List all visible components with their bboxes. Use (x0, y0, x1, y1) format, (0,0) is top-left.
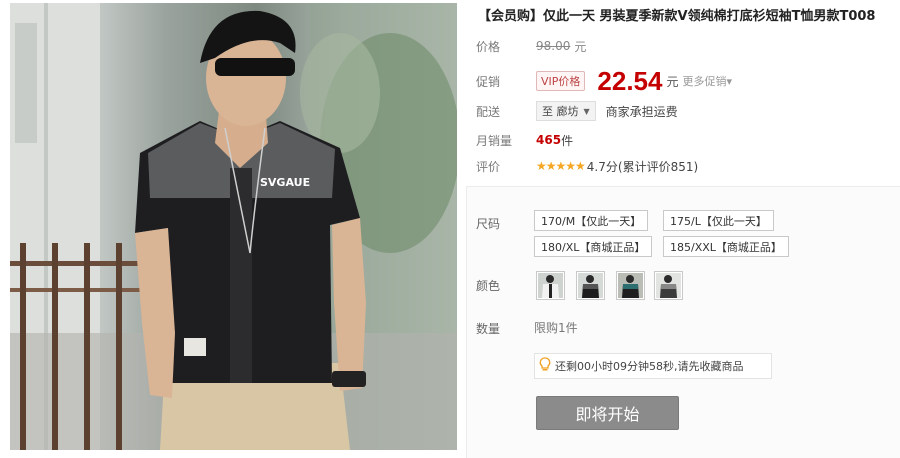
purchase-limit: 限购1件 (534, 321, 578, 335)
delivery-row: 配送 至 廊坊 ▼ 商家承担运费 (476, 101, 678, 121)
shipping-info: 商家承担运费 (605, 104, 678, 119)
sales-row: 月销量 465 件 (476, 130, 573, 150)
rating-label: 评价 (476, 159, 501, 174)
shirt-thumbnail-icon (618, 273, 643, 298)
size-option[interactable]: 170/M【仅此一天】 (534, 210, 649, 231)
original-price-unit: 元 (574, 39, 587, 54)
color-swatch-gray-black[interactable] (654, 271, 683, 300)
color-swatch-teal-black[interactable] (616, 271, 645, 300)
sales-unit: 件 (561, 133, 574, 148)
price-label: 价格 (476, 39, 501, 54)
original-price: 98.00 (536, 39, 571, 53)
location-value: 至 廊坊 (542, 105, 579, 118)
more-promotions-link[interactable]: 更多促销▾ (683, 73, 733, 89)
promo-label: 促销 (476, 74, 501, 89)
countdown-notice: 还剩00小时09分钟58秒,请先收藏商品 (534, 353, 772, 379)
size-option[interactable]: 185/XXL【商城正品】 (663, 236, 789, 257)
color-label: 颜色 (476, 279, 501, 293)
rating-stars-icon: ★★★★★ (536, 159, 586, 173)
shirt-thumbnail-icon (578, 273, 603, 298)
price-row: 价格 98.00 元 (476, 36, 586, 56)
product-photo[interactable]: SVGAUE (10, 3, 457, 450)
svg-text:SVGAUE: SVGAUE (260, 176, 310, 189)
rating-row: 评价 ★★★★★ 4.7分(累计评价851) (476, 156, 698, 176)
product-photo-illustration: SVGAUE (10, 3, 457, 450)
lightbulb-icon (535, 357, 555, 375)
promo-row: 促销 VIP价格 22.54 元 更多促销▾ (476, 66, 732, 96)
countdown-text: 还剩00小时09分钟58秒,请先收藏商品 (555, 360, 744, 373)
location-dropdown[interactable]: 至 廊坊 ▼ (536, 101, 596, 121)
chevron-down-icon: ▼ (583, 106, 590, 116)
promo-price-unit: 元 (666, 74, 679, 89)
size-option[interactable]: 175/L【仅此一天】 (663, 210, 774, 231)
color-swatch-white-black[interactable] (536, 271, 565, 300)
shirt-thumbnail-icon (538, 273, 563, 298)
sales-count: 465 (536, 133, 562, 147)
rating-score-link[interactable]: 4.7分(累计评价851) (587, 158, 698, 175)
quantity-label: 数量 (476, 322, 501, 336)
product-title: 【会员购】仅此一天 男装夏季新款V领纯棉打底衫短袖T恤男款T008 (478, 9, 876, 24)
coming-soon-button[interactable]: 即将开始 (536, 396, 679, 430)
vip-price-tag: VIP价格 (536, 71, 586, 91)
sales-label: 月销量 (476, 133, 513, 148)
size-option[interactable]: 180/XL【商城正品】 (534, 236, 653, 257)
promo-price: 22.54 (597, 65, 663, 96)
shirt-thumbnail-icon (656, 273, 681, 298)
size-label: 尺码 (476, 217, 501, 231)
delivery-label: 配送 (476, 104, 501, 119)
color-swatch-black[interactable] (576, 271, 605, 300)
